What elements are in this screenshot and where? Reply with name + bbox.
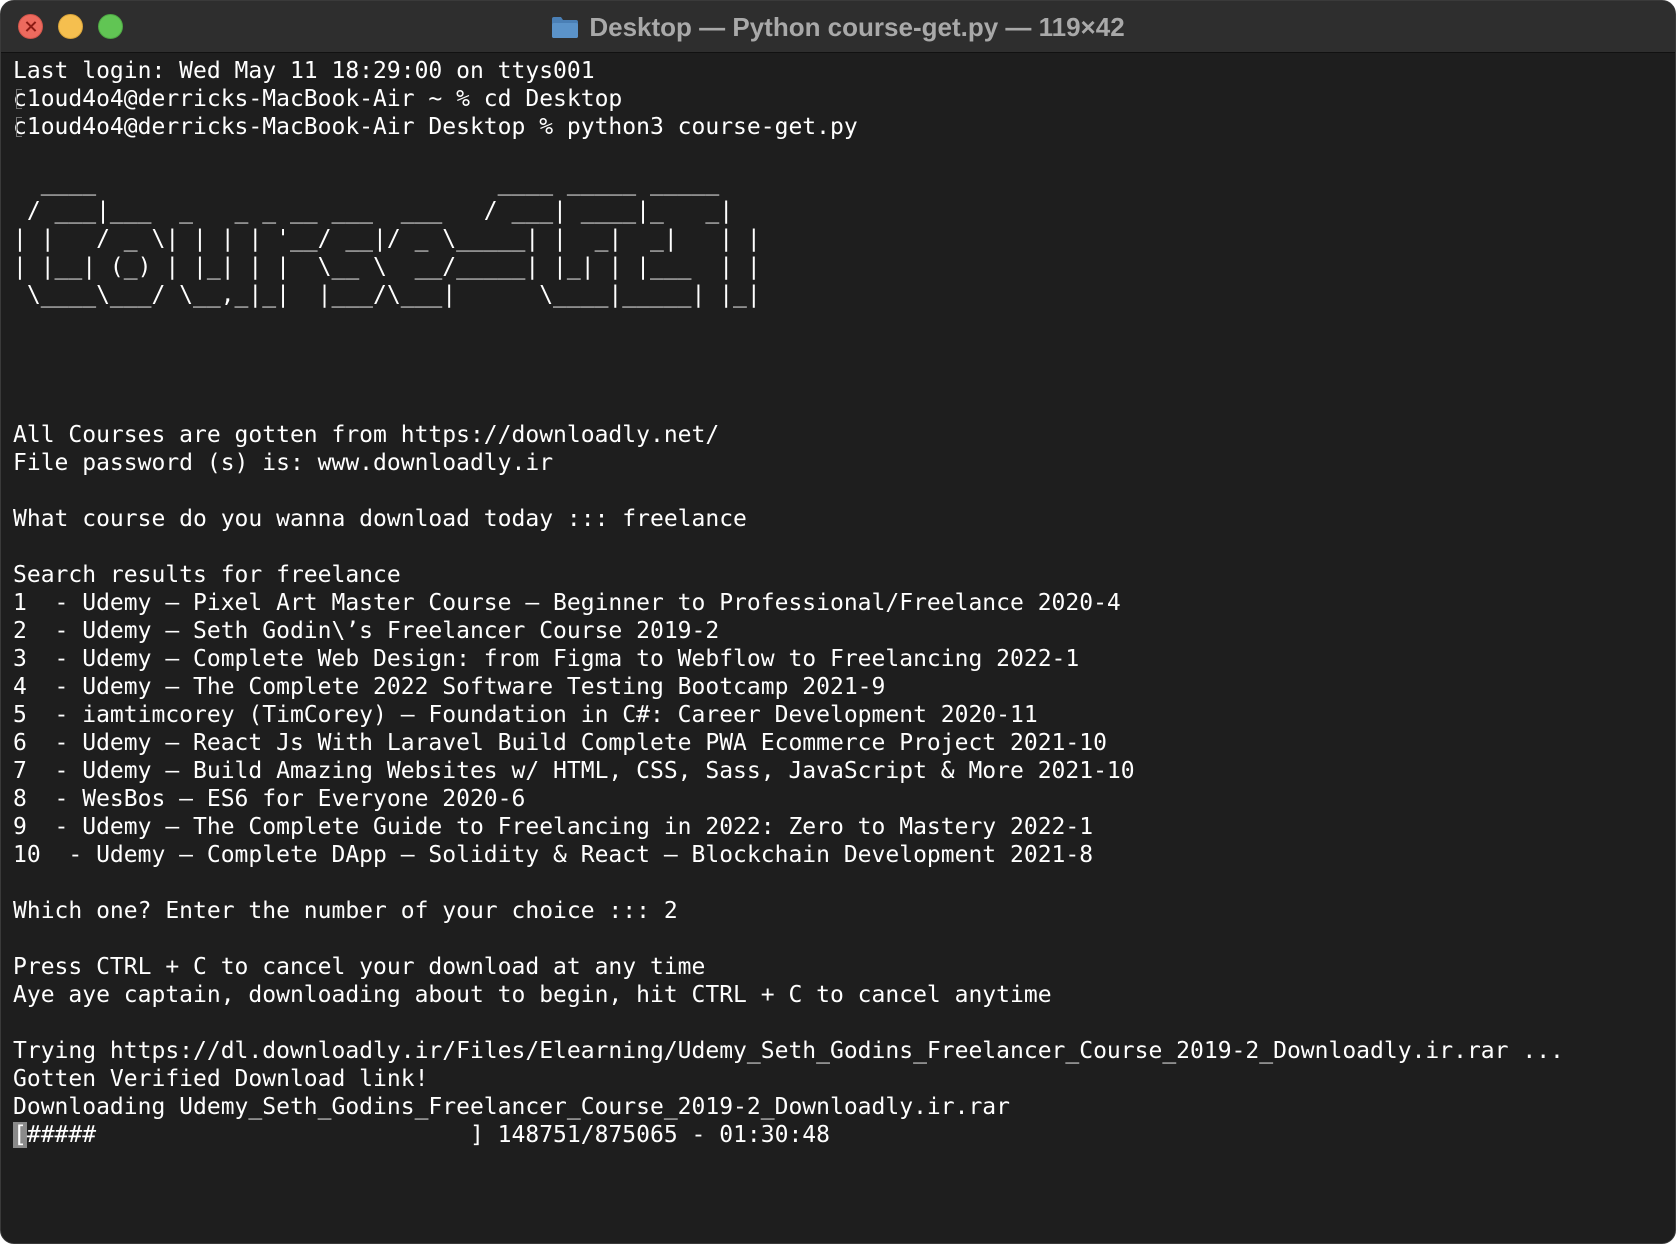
terminal-output[interactable]: Last login: Wed May 11 18:29:00 on ttys0…: [13, 57, 1665, 1243]
window-title-container: Desktop — Python course-get.py — 119×42: [1, 1, 1675, 53]
banner-line: \____\___/ \__,_|_| |___/\___| \____|___…: [13, 282, 761, 308]
result-line: 9 - Udemy – The Complete Guide to Freela…: [13, 814, 1094, 840]
banner-line: | |__| (_) | |_| | | \__ \ __/_____| |_|…: [13, 254, 761, 280]
password-line: File password (s) is: www.downloadly.ir: [13, 450, 554, 476]
folder-icon: [552, 17, 579, 38]
mark-bracket: [16, 117, 22, 137]
title-bar[interactable]: Desktop — Python course-get.py — 119×42: [1, 1, 1675, 53]
login-line: Last login: Wed May 11 18:29:00 on ttys0…: [13, 58, 595, 84]
downloading-line: Downloading Udemy_Seth_Godins_Freelancer…: [13, 1094, 1010, 1120]
choice-line: Which one? Enter the number of your choi…: [13, 898, 678, 924]
cancel-hint-line: Press CTRL + C to cancel your download a…: [13, 954, 706, 980]
result-line: 10 - Udemy – Complete DApp – Solidity & …: [13, 842, 1094, 868]
result-line: 5 - iamtimcorey (TimCorey) – Foundation …: [13, 702, 1038, 728]
query-line: What course do you wanna download today …: [13, 506, 747, 532]
banner-line: | | / _ \| | | | '__/ __|/ _ \_____| | _…: [13, 226, 761, 252]
result-line: 2 - Udemy – Seth Godin\’s Freelancer Cou…: [13, 618, 720, 644]
begin-line: Aye aye captain, downloading about to be…: [13, 982, 1052, 1008]
text-cursor: [: [13, 1122, 27, 1148]
banner-line: / ___|___ _ _ _ __ ___ ___ / ___| ____|_…: [13, 198, 734, 224]
result-line: 8 - WesBos – ES6 for Everyone 2020-6: [13, 786, 526, 812]
results-header: Search results for freelance: [13, 562, 401, 588]
source-line: All Courses are gotten from https://down…: [13, 422, 720, 448]
result-line: 1 - Udemy – Pixel Art Master Course – Be…: [13, 590, 1121, 616]
result-line: 7 - Udemy – Build Amazing Websites w/ HT…: [13, 758, 1135, 784]
trying-line: Trying https://dl.downloadly.ir/Files/El…: [13, 1038, 1564, 1064]
result-line: 4 - Udemy – The Complete 2022 Software T…: [13, 674, 886, 700]
result-line: 3 - Udemy – Complete Web Design: from Fi…: [13, 646, 1080, 672]
mark-bracket: [16, 89, 22, 109]
prompt-line: c1oud4o4@derricks-MacBook-Air ~ % cd Des…: [13, 86, 623, 112]
verified-line: Gotten Verified Download link!: [13, 1066, 429, 1092]
terminal-window: Desktop — Python course-get.py — 119×42 …: [0, 0, 1676, 1244]
progress-bar-text: ##### ] 148751/875065 - 01:30:48: [26, 1122, 830, 1148]
prompt-line: c1oud4o4@derricks-MacBook-Air Desktop % …: [13, 114, 858, 140]
banner-line: ____ ____ _____ _____: [13, 170, 720, 196]
result-line: 6 - Udemy – React Js With Laravel Build …: [13, 730, 1107, 756]
progress-line: [##### ] 148751/875065 - 01:30:48: [13, 1121, 1665, 1149]
window-title: Desktop — Python course-get.py — 119×42: [589, 11, 1125, 42]
